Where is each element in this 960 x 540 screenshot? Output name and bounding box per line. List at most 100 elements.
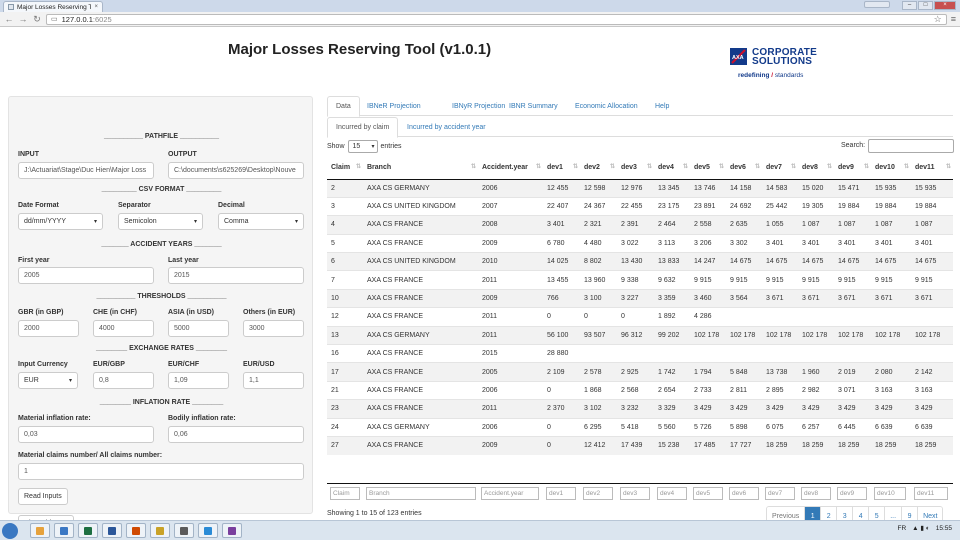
browser-tab[interactable]: Major Losses Reserving T × — [3, 1, 103, 12]
material-inflation-input[interactable]: 0,03 — [18, 426, 154, 443]
others-threshold-input[interactable]: 3000 — [243, 320, 304, 337]
back-icon[interactable]: ← — [4, 14, 14, 24]
read-inputs-button[interactable]: Read Inputs — [18, 488, 68, 505]
subtab-incurred-by-accident-year[interactable]: Incurred by accident year — [399, 117, 494, 137]
table-row[interactable]: 12 AXA CS FRANCE 2011 0 0 0 1 892 4 286 — [327, 307, 953, 327]
output-path-field[interactable]: C:\documents\s625269\Desktop\Nouve — [168, 162, 304, 179]
column-header-dev3[interactable]: dev3 ⇅ — [617, 156, 654, 180]
taskbar-app[interactable] — [54, 523, 74, 538]
tab-economic-allocation[interactable]: Economic Allocation — [567, 96, 646, 116]
column-header-dev1[interactable]: dev1 ⇅ — [543, 156, 580, 180]
column-header-claim[interactable]: Claim ⇅ — [327, 156, 363, 180]
taskbar-app[interactable] — [174, 523, 194, 538]
tray-icons[interactable]: ▲ ▮ ◐ — [912, 524, 930, 532]
table-cell — [762, 307, 798, 327]
eurusd-input[interactable]: 1,1 — [243, 372, 304, 389]
taskbar-app[interactable] — [198, 523, 218, 538]
table-row[interactable]: 13 AXA CS GERMANY 2011 56 100 93 507 96 312 99… — [327, 325, 953, 345]
bodily-inflation-input[interactable]: 0,06 — [168, 426, 304, 443]
table-row[interactable]: 27 AXA CS FRANCE 2009 0 12 412 17 439 15 238 17… — [327, 435, 953, 455]
decimal-select[interactable]: Comma ▾ — [218, 213, 304, 230]
column-header-dev9[interactable]: dev9 ⇅ — [834, 156, 871, 180]
tab-close-icon[interactable]: × — [94, 4, 98, 10]
table-row[interactable]: 3 AXA CS UNITED KINGDOM 2007 22 407 24 367 22… — [327, 196, 953, 216]
filter-input-dev10[interactable]: dev10 — [874, 487, 906, 500]
taskbar-app[interactable] — [126, 523, 146, 538]
column-header-dev7[interactable]: dev7 ⇅ — [762, 156, 798, 180]
input-currency-select[interactable]: EUR ▾ — [18, 372, 78, 389]
filter-input-claim[interactable]: Claim — [330, 487, 360, 500]
che-threshold-input[interactable]: 4000 — [93, 320, 154, 337]
claims-ratio-input[interactable]: 1 — [18, 463, 304, 480]
filter-input-dev8[interactable]: dev8 — [801, 487, 831, 500]
minimize-button[interactable]: – — [902, 1, 917, 10]
tab-ibner-projection[interactable]: IBNeR Projection — [359, 96, 429, 116]
table-row[interactable]: 23 AXA CS FRANCE 2011 2 370 3 102 3 232 3 329 3… — [327, 399, 953, 419]
table-row[interactable]: 17 AXA CS FRANCE 2005 2 109 2 578 2 925 1 742 1… — [327, 362, 953, 382]
filter-input-dev4[interactable]: dev4 — [657, 487, 687, 500]
taskbar-app[interactable] — [30, 523, 50, 538]
filter-input-dev1[interactable]: dev1 — [546, 487, 576, 500]
browser-menu-icon[interactable]: ≡ — [951, 14, 956, 24]
window-close-button[interactable]: × — [934, 1, 956, 10]
language-indicator[interactable]: FR — [897, 525, 906, 532]
column-header-dev2[interactable]: dev2 ⇅ — [580, 156, 617, 180]
subtab-incurred-by-claim[interactable]: Incurred by claim — [327, 117, 399, 138]
column-header-dev11[interactable]: dev11 ⇅ — [911, 156, 953, 180]
table-row[interactable]: 10 AXA CS FRANCE 2009 766 3 100 3 227 3 359 3 4… — [327, 288, 953, 308]
entries-select[interactable]: 15 ▾ — [347, 139, 378, 153]
column-header-dev8[interactable]: dev8 ⇅ — [798, 156, 834, 180]
first-year-label: First year — [18, 257, 50, 264]
table-row[interactable]: 6 AXA CS UNITED KINGDOM 2010 14 025 8 802 13 … — [327, 252, 953, 271]
filter-input-dev5[interactable]: dev5 — [693, 487, 723, 500]
filter-input-dev11[interactable]: dev11 — [914, 487, 948, 500]
filter-input-dev6[interactable]: dev6 — [729, 487, 759, 500]
filter-input-dev9[interactable]: dev9 — [837, 487, 867, 500]
filter-input-accident-year[interactable]: Accident.year — [481, 487, 539, 500]
maximize-button[interactable]: □ — [918, 1, 933, 10]
start-button[interactable] — [2, 523, 18, 539]
filter-input-dev2[interactable]: dev2 — [583, 487, 613, 500]
table-row[interactable]: 7 AXA CS FRANCE 2011 13 455 13 960 9 338 9 632… — [327, 270, 953, 290]
search-input[interactable] — [868, 138, 955, 153]
eurgbp-input[interactable]: 0,8 — [93, 372, 154, 389]
taskbar-app[interactable] — [78, 523, 98, 538]
column-header-accident-year[interactable]: Accident.year ⇅ — [478, 156, 543, 180]
column-header-dev4[interactable]: dev4 ⇅ — [654, 156, 690, 180]
input-path-field[interactable]: J:\Actuariat\Stage\Duc Hien\Major Loss — [18, 162, 154, 179]
tab-help[interactable]: Help — [647, 96, 677, 116]
asia-threshold-input[interactable]: 5000 — [168, 320, 229, 337]
date-format-select[interactable]: dd/mm/YYYY ▾ — [18, 213, 103, 230]
column-header-dev5[interactable]: dev5 ⇅ — [690, 156, 726, 180]
table-cell: 3 460 — [690, 288, 726, 308]
eurchf-input[interactable]: 1,09 — [168, 372, 229, 389]
clock[interactable]: 15:55 — [936, 525, 952, 532]
separator-select[interactable]: Semicolon ▾ — [118, 213, 203, 230]
table-row[interactable]: 4 AXA CS FRANCE 2008 3 401 2 321 2 391 2 464 2 … — [327, 215, 953, 235]
table-cell: 0 — [543, 307, 580, 327]
address-bar[interactable]: ▭ 127.0.0.1:6025 ☆ — [46, 13, 947, 25]
table-row[interactable]: 24 AXA CS GERMANY 2006 0 6 295 5 418 5 560 5 72… — [327, 417, 953, 437]
column-header-dev10[interactable]: dev10 ⇅ — [871, 156, 911, 180]
table-row[interactable]: 5 AXA CS FRANCE 2009 6 780 4 480 3 022 3 113 3 … — [327, 233, 953, 253]
tab-ibnr-summary[interactable]: IBNR Summary — [501, 96, 566, 116]
filter-input-dev7[interactable]: dev7 — [765, 487, 795, 500]
column-header-dev6[interactable]: dev6 ⇅ — [726, 156, 762, 180]
table-row[interactable]: 16 AXA CS FRANCE 2015 28 880 — [327, 344, 953, 363]
table-row[interactable]: 21 AXA CS FRANCE 2006 0 1 868 2 568 2 654 2 733… — [327, 380, 953, 400]
bookmark-star-icon[interactable]: ☆ — [934, 14, 942, 25]
profile-button[interactable] — [864, 1, 890, 8]
taskbar-app[interactable] — [150, 523, 170, 538]
column-header-branch[interactable]: Branch ⇅ — [363, 156, 478, 180]
filter-input-branch[interactable]: Branch — [366, 487, 476, 500]
last-year-input[interactable]: 2015 — [168, 267, 304, 284]
reload-icon[interactable]: ↻ — [32, 14, 42, 25]
table-row[interactable]: 2 AXA CS GERMANY 2006 12 455 12 598 12 976 13 … — [327, 178, 953, 198]
gbr-threshold-input[interactable]: 2000 — [18, 320, 79, 337]
first-year-input[interactable]: 2005 — [18, 267, 154, 284]
forward-icon[interactable]: → — [18, 14, 28, 24]
tab-data[interactable]: Data — [327, 96, 360, 117]
taskbar-app[interactable] — [222, 523, 242, 538]
taskbar-app[interactable] — [102, 523, 122, 538]
filter-input-dev3[interactable]: dev3 — [620, 487, 650, 500]
